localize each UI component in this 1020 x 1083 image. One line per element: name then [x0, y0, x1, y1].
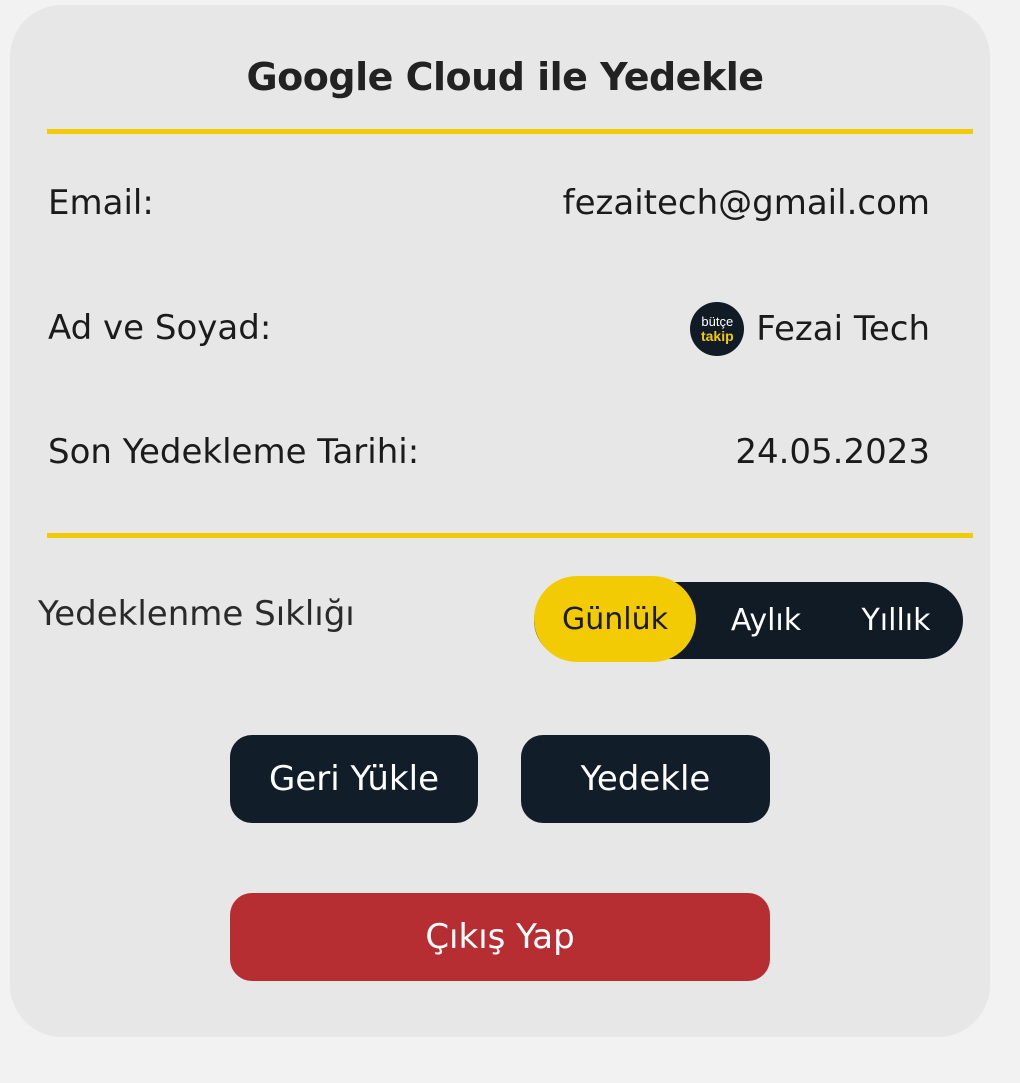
email-label: Email:: [48, 183, 154, 223]
logo-text-line1: bütçe: [701, 314, 734, 329]
frequency-option-daily[interactable]: Günlük: [534, 576, 696, 662]
middle-divider: [47, 533, 973, 538]
page-title: Google Cloud ile Yedekle: [246, 55, 764, 99]
frequency-option-yearly[interactable]: Yıllık: [834, 582, 958, 659]
email-value: fezaitech@gmail.com: [562, 183, 930, 223]
last-backup-value: 24.05.2023: [735, 432, 930, 472]
name-label: Ad ve Soyad:: [48, 308, 272, 348]
backup-card: Google Cloud ile Yedekle Email: fezaitec…: [10, 5, 990, 1037]
top-divider: [47, 129, 973, 134]
name-value-group: bütçe takip Fezai Tech: [690, 301, 930, 357]
restore-button[interactable]: Geri Yükle: [230, 735, 478, 823]
frequency-option-monthly[interactable]: Aylık: [700, 582, 832, 659]
name-value: Fezai Tech: [756, 309, 930, 349]
logo-text-line2: takip: [700, 328, 734, 344]
app-logo-icon: bütçe takip: [690, 302, 745, 356]
backup-button[interactable]: Yedekle: [521, 735, 770, 823]
logout-button[interactable]: Çıkış Yap: [230, 893, 770, 981]
last-backup-label: Son Yedekleme Tarihi:: [48, 432, 420, 472]
frequency-label: Yedeklenme Sıklığı: [38, 594, 355, 634]
frequency-segmented-control: Aylık Yıllık Günlük: [534, 576, 963, 662]
